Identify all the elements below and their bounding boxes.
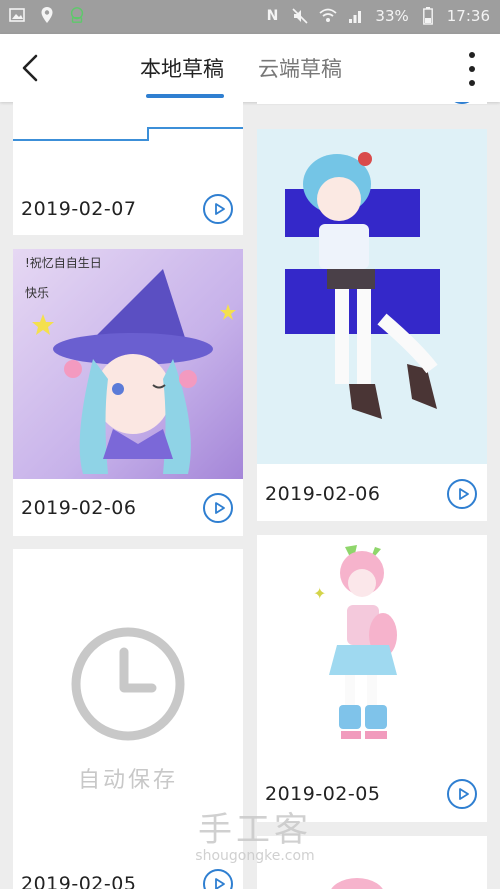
nfc-icon: N xyxy=(266,8,279,24)
more-dot xyxy=(469,66,475,72)
play-icon xyxy=(458,488,469,500)
draft-card[interactable]: ✦ 2019-02-05 xyxy=(257,535,487,822)
play-button[interactable] xyxy=(203,869,233,889)
draft-thumbnail xyxy=(13,102,243,182)
battery-percent: 33% xyxy=(375,7,409,25)
play-button[interactable] xyxy=(447,479,477,509)
draft-card[interactable]: !祝忆自自生日 快乐 2019-02-06 xyxy=(13,249,243,536)
play-button[interactable] xyxy=(447,102,477,104)
mute-icon xyxy=(291,7,309,25)
wifi-icon xyxy=(319,7,338,25)
play-icon xyxy=(214,878,225,889)
app-header: 本地草稿 云端草稿 xyxy=(0,34,500,102)
back-button[interactable] xyxy=(12,48,48,88)
draft-date: 2019-02-06 xyxy=(265,483,381,505)
status-bar-right: N 33% 17:36 xyxy=(263,7,490,25)
more-options-button[interactable] xyxy=(464,52,480,86)
tab-local-drafts[interactable]: 本地草稿 xyxy=(140,34,224,102)
more-dot xyxy=(469,80,475,86)
draft-card[interactable]: 2019-02-07 xyxy=(13,102,243,235)
battery-icon xyxy=(419,7,437,25)
status-bar-left-icons xyxy=(8,6,86,24)
caption-line-1: !祝忆自自生日 xyxy=(25,256,102,270)
chevron-left-icon xyxy=(22,54,38,82)
location-pin-icon xyxy=(38,6,56,24)
gallery-icon xyxy=(8,6,26,24)
play-icon xyxy=(214,203,225,215)
draft-card[interactable]: 2019-02-06 xyxy=(257,129,487,521)
caption-line-2: 快乐 xyxy=(25,286,49,300)
app-notification-icon xyxy=(68,6,86,24)
tab-cloud-drafts[interactable]: 云端草稿 xyxy=(258,34,342,102)
draft-card-partial[interactable] xyxy=(257,102,487,104)
drafts-grid: 2019-02-07 !祝忆自自生日 快乐 2019-02-06 2019-02… xyxy=(0,102,500,889)
site-watermark: 手工客 shougongke.com xyxy=(185,812,325,864)
draft-thumbnail: !祝忆自自生日 快乐 xyxy=(13,249,243,479)
play-icon xyxy=(214,502,225,514)
play-button[interactable] xyxy=(203,194,233,224)
clock-icon xyxy=(71,627,185,741)
draft-date: 2019-02-05 xyxy=(21,873,137,889)
draft-tabs: 本地草稿 云端草稿 xyxy=(140,34,342,102)
draft-thumbnail xyxy=(257,129,487,464)
draft-date: 2019-02-07 xyxy=(21,198,137,220)
draft-date: 2019-02-05 xyxy=(265,783,381,805)
play-button[interactable] xyxy=(447,779,477,809)
draft-thumbnail: ✦ xyxy=(257,535,487,765)
play-button[interactable] xyxy=(203,493,233,523)
autosave-placeholder: 自动保存 xyxy=(13,549,243,849)
svg-text:✦: ✦ xyxy=(313,584,326,603)
watermark-title: 手工客 xyxy=(198,810,312,850)
draft-date: 2019-02-06 xyxy=(21,497,137,519)
more-dot xyxy=(469,52,475,58)
watermark-url: shougongke.com xyxy=(195,848,315,864)
autosave-label: 自动保存 xyxy=(77,768,178,793)
play-icon xyxy=(458,788,469,800)
signal-icon xyxy=(347,7,365,25)
status-bar: N 33% 17:36 xyxy=(0,0,500,34)
clock-time: 17:36 xyxy=(446,7,490,25)
